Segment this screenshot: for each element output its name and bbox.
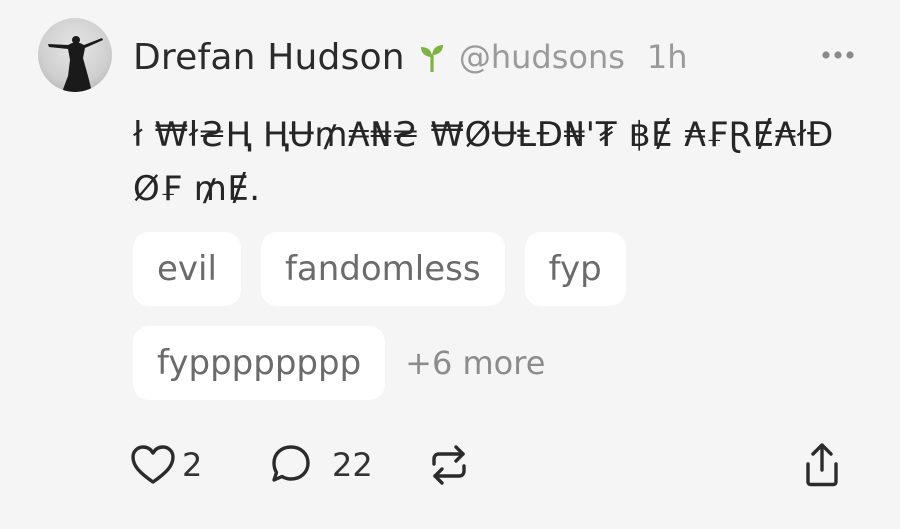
post-timestamp: 1h xyxy=(646,38,688,76)
more-horizontal-icon xyxy=(822,51,854,59)
post-text: ł ₩ł₴Ⱨ ⱧɄ₥₳₦₴ ₩ØɄⱠĐ₦'₮ ฿Ɇ ₳₣ⱤɆ₳łĐ Ø₣ ₥Ɇ. xyxy=(133,115,834,209)
tag-chip[interactable]: fyp xyxy=(524,232,626,306)
tag-row-2: fypppppppp +6 more xyxy=(133,326,873,400)
share-button[interactable] xyxy=(802,440,842,490)
more-tags-link[interactable]: +6 more xyxy=(405,344,545,382)
sprout-icon xyxy=(419,42,445,72)
tag-chip[interactable]: fypppppppp xyxy=(133,326,386,400)
author-handle[interactable]: @hudsons xyxy=(459,38,625,76)
like-count: 2 xyxy=(182,446,203,484)
tag-list: evil fandomless fyp fypppppppp +6 more xyxy=(133,232,873,400)
author-avatar[interactable] xyxy=(38,18,112,92)
repost-button[interactable] xyxy=(428,440,470,490)
comment-button[interactable]: 22 xyxy=(268,440,373,490)
tag-chip[interactable]: evil xyxy=(133,232,241,306)
like-button[interactable]: 2 xyxy=(130,440,202,490)
more-options-button[interactable] xyxy=(816,40,860,70)
heart-icon xyxy=(131,445,175,484)
silhouette-avatar-icon xyxy=(48,36,103,92)
share-icon xyxy=(806,443,838,487)
action-bar: 2 22 xyxy=(130,440,850,490)
author-row: Drefan Hudson @hudsons 1h xyxy=(133,34,688,80)
repost-icon xyxy=(432,445,466,485)
comment-count: 22 xyxy=(332,446,373,484)
tag-row-1: evil fandomless fyp xyxy=(133,232,873,306)
tag-chip[interactable]: fandomless xyxy=(260,232,505,306)
author-name[interactable]: Drefan Hudson xyxy=(133,37,405,78)
comment-icon xyxy=(272,445,310,482)
